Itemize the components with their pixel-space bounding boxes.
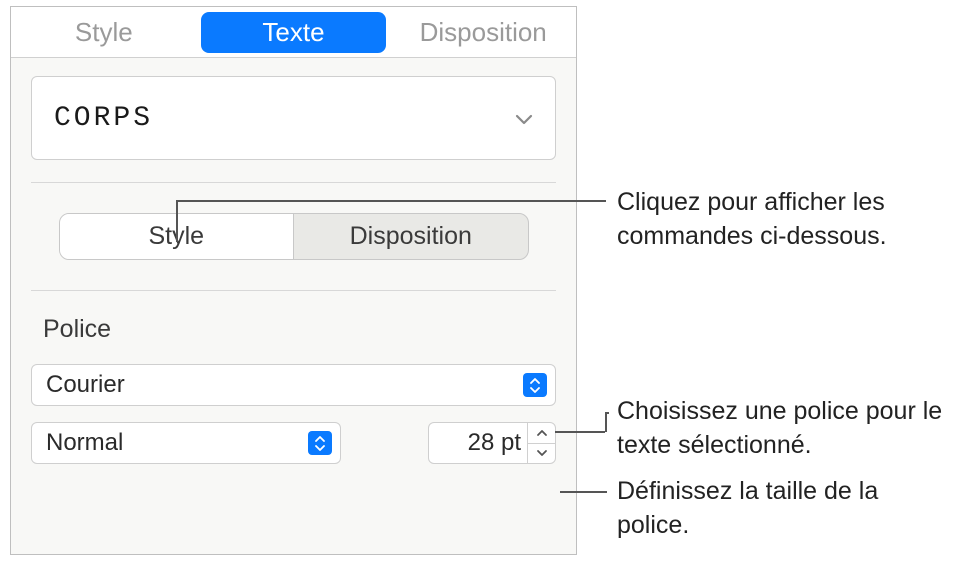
format-panel: Style Texte Disposition CORPS Style Disp… [10,6,577,555]
top-tabs: Style Texte Disposition [11,7,576,58]
paragraph-style-popup[interactable]: CORPS [31,76,556,160]
typeface-popup[interactable]: Normal [31,422,341,464]
annotation-line [176,200,178,242]
chevron-down-icon [515,112,533,124]
annotation-line [605,412,607,432]
font-row-2: Normal 28 pt [31,422,556,464]
divider [31,290,556,291]
stepper-down-button[interactable] [528,444,555,464]
popup-arrows-icon [523,373,547,397]
callout-text: Définissez la taille de la police. [617,475,937,543]
divider [31,182,556,183]
annotation-line [560,491,607,493]
annotation-line [555,431,605,433]
font-row: Courier [31,364,556,406]
font-size-field[interactable]: 28 pt [428,422,556,464]
seg-disposition[interactable]: Disposition [294,214,528,259]
size-stepper [527,423,555,463]
font-size-value: 28 pt [437,429,527,457]
callout-text: Choisissez une police pour le texte séle… [617,395,952,463]
annotation-line [605,412,609,414]
tab-disposition[interactable]: Disposition [390,7,576,58]
stepper-up-button[interactable] [528,423,555,444]
typeface-label: Normal [46,429,123,457]
segmented-style-disposition: Style Disposition [59,213,529,260]
annotation-line [176,200,606,202]
font-family-label: Courier [46,371,125,399]
paragraph-style-label: CORPS [54,103,153,134]
tab-style[interactable]: Style [11,7,197,58]
font-family-popup[interactable]: Courier [31,364,556,406]
callout-text: Cliquez pour afficher les commandes ci-d… [617,186,952,254]
tab-texte[interactable]: Texte [201,12,387,53]
popup-arrows-icon [308,431,332,455]
police-heading: Police [43,315,576,344]
